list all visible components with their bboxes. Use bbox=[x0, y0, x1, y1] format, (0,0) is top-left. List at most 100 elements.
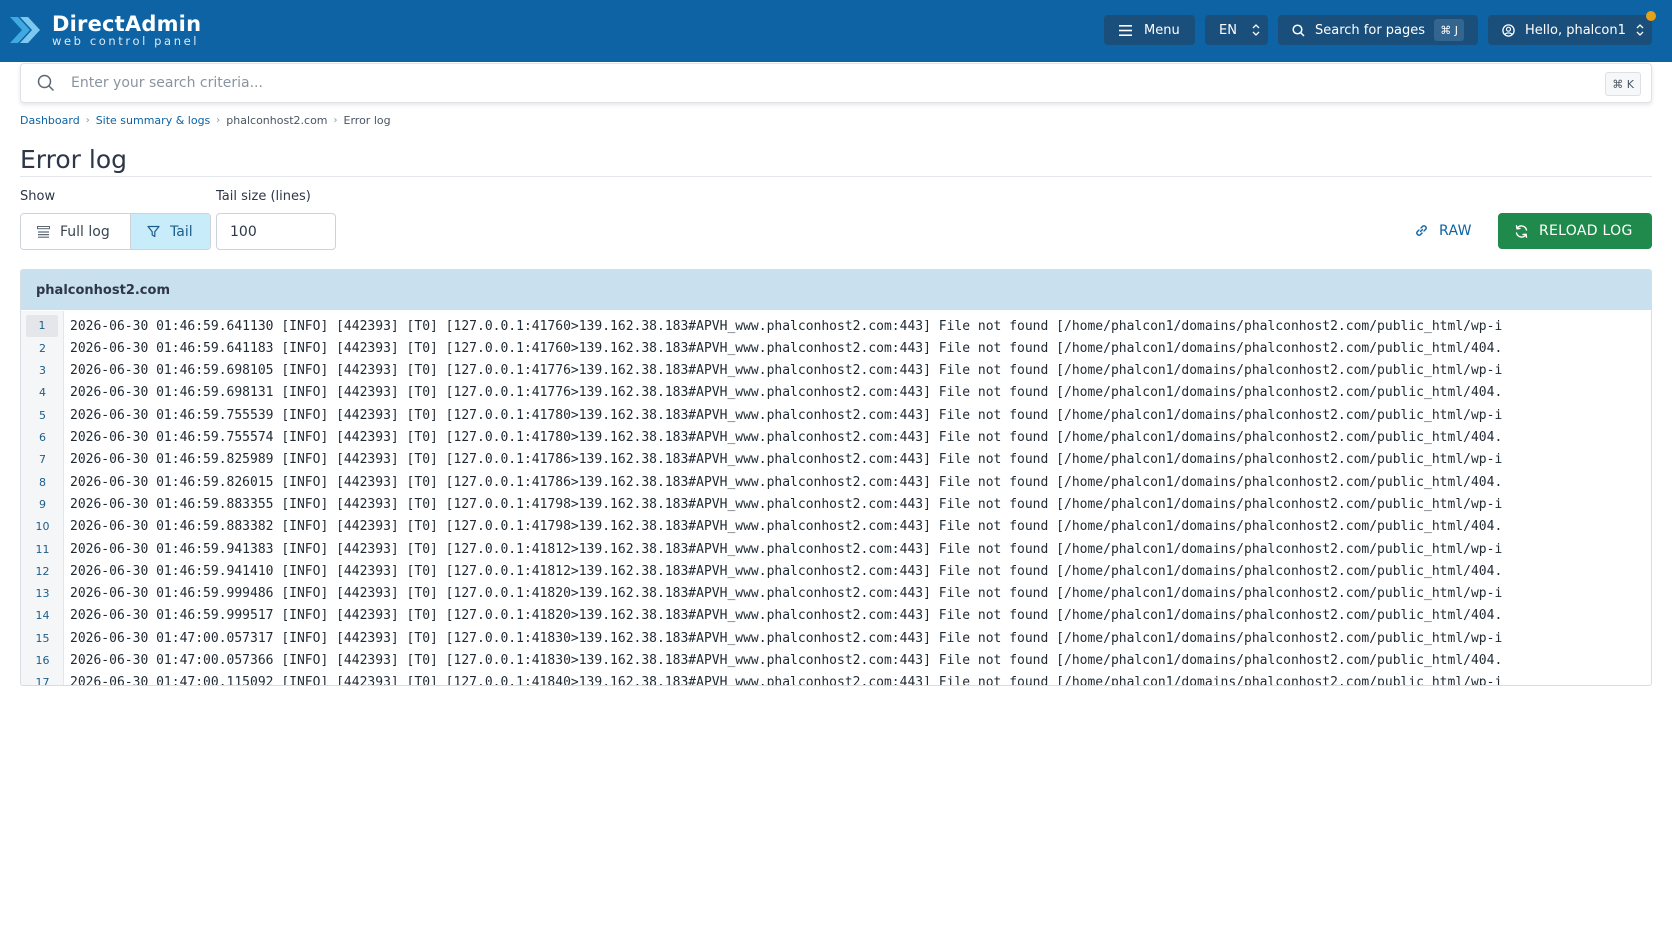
top-navigation-bar: DirectAdmin web control panel Menu EN Se… bbox=[0, 0, 1672, 62]
search-input[interactable]: Enter your search criteria... bbox=[71, 75, 263, 91]
line-number: 7 bbox=[39, 453, 46, 467]
menu-button[interactable]: Menu bbox=[1104, 15, 1195, 45]
log-line-text: 2026-06-30 01:46:59.826015 [INFO] [44239… bbox=[70, 474, 1503, 490]
line-number: 17 bbox=[35, 676, 50, 685]
full-log-button[interactable]: Full log bbox=[21, 214, 131, 249]
user-menu-button[interactable]: Hello, phalcon1 bbox=[1488, 15, 1652, 45]
log-line-text: 2026-06-30 01:46:59.698105 [INFO] [44239… bbox=[70, 363, 1503, 379]
list-icon bbox=[37, 225, 50, 238]
line-number: 11 bbox=[35, 542, 50, 556]
log-line-text: 2026-06-30 01:46:59.825989 [INFO] [44239… bbox=[70, 452, 1503, 468]
log-line-text: 2026-06-30 01:46:59.641183 [INFO] [44239… bbox=[70, 340, 1503, 356]
log-line: 4 2026-06-30 01:46:59.698131 [INFO] [4423… bbox=[21, 382, 1651, 404]
log-line: 17 2026-06-30 01:47:00.115092 [INFO] [442… bbox=[21, 672, 1651, 685]
user-circle-icon bbox=[1502, 23, 1515, 37]
search-icon bbox=[37, 74, 55, 92]
log-line: 14 2026-06-30 01:46:59.999517 [INFO] [442… bbox=[21, 605, 1651, 627]
link-icon bbox=[1416, 225, 1427, 236]
log-line: 5 2026-06-30 01:46:59.755539 [INFO] [4423… bbox=[21, 404, 1651, 426]
line-number: 3 bbox=[39, 364, 46, 378]
brand-subtitle: web control panel bbox=[52, 33, 200, 48]
line-number: 1 bbox=[26, 315, 58, 337]
line-number: 14 bbox=[35, 609, 50, 623]
log-line: 15 2026-06-30 01:47:00.057317 [INFO] [442… bbox=[21, 627, 1651, 649]
chevron-right-icon: › bbox=[333, 115, 338, 126]
log-line: 12 2026-06-30 01:46:59.941410 [INFO] [442… bbox=[21, 560, 1651, 582]
menu-label: Menu bbox=[1144, 22, 1180, 38]
hamburger-icon bbox=[1119, 24, 1132, 36]
raw-label: RAW bbox=[1439, 222, 1472, 239]
line-number: 16 bbox=[35, 654, 50, 667]
log-line-text: 2026-06-30 01:47:00.057317 [INFO] [44239… bbox=[70, 630, 1503, 646]
search-pages-shortcut: ⌘ J bbox=[1434, 19, 1464, 41]
directadmin-logo[interactable]: DirectAdmin web control panel bbox=[10, 11, 201, 49]
breadcrumb-dashboard[interactable]: Dashboard bbox=[20, 114, 80, 127]
notification-dot bbox=[1646, 11, 1656, 21]
breadcrumb-domain[interactable]: phalconhost2.com bbox=[226, 114, 327, 127]
log-line: 11 2026-06-30 01:46:59.941383 [INFO] [442… bbox=[21, 538, 1651, 560]
search-pages-button[interactable]: Search for pages ⌘ J bbox=[1278, 15, 1478, 45]
breadcrumb-current: Error log bbox=[343, 114, 391, 127]
line-number: 4 bbox=[39, 386, 46, 400]
log-line: 13 2026-06-30 01:46:59.999486 [INFO] [442… bbox=[21, 583, 1651, 605]
log-line-text: 2026-06-30 01:46:59.999486 [INFO] [44239… bbox=[70, 586, 1503, 602]
log-line-text: 2026-06-30 01:47:00.115092 [INFO] [44239… bbox=[70, 675, 1503, 685]
line-number: 2 bbox=[39, 341, 46, 355]
log-line-text: 2026-06-30 01:46:59.698131 [INFO] [44239… bbox=[70, 385, 1503, 401]
line-number: 10 bbox=[35, 520, 50, 534]
language-selector[interactable]: EN bbox=[1205, 15, 1268, 45]
log-line: 9 2026-06-30 01:46:59.883355 [INFO] [4423… bbox=[21, 493, 1651, 515]
log-line-text: 2026-06-30 01:46:59.883382 [INFO] [44239… bbox=[70, 519, 1503, 535]
line-number: 13 bbox=[35, 587, 50, 601]
full-log-label: Full log bbox=[60, 223, 110, 240]
brand-title: DirectAdmin bbox=[52, 11, 202, 36]
tail-size-input[interactable]: 100 bbox=[216, 213, 336, 250]
log-view-toggle: Full log Tail bbox=[20, 213, 211, 250]
line-number: 6 bbox=[39, 431, 46, 444]
log-line: 16 2026-06-30 01:47:00.057366 [INFO] [442… bbox=[21, 650, 1651, 672]
breadcrumb-site-summary[interactable]: Site summary & logs bbox=[96, 114, 211, 127]
log-line: 6 2026-06-30 01:46:59.755574 [INFO] [4423… bbox=[21, 427, 1651, 449]
log-viewer[interactable]: 1 2026-06-30 01:46:59.641130 [INFO] [4423… bbox=[21, 311, 1651, 685]
line-number: 5 bbox=[39, 408, 46, 422]
line-number: 12 bbox=[35, 564, 50, 578]
log-line: 1 2026-06-30 01:46:59.641130 [INFO] [4423… bbox=[21, 315, 1651, 337]
tail-label: Tail bbox=[170, 223, 193, 240]
title-divider bbox=[20, 176, 1652, 177]
log-domain-header: phalconhost2.com bbox=[21, 270, 1651, 310]
tail-size-label: Tail size (lines) bbox=[216, 189, 311, 204]
reload-log-label: RELOAD LOG bbox=[1539, 223, 1633, 239]
log-line: 8 2026-06-30 01:46:59.826015 [INFO] [4423… bbox=[21, 471, 1651, 493]
line-number: 15 bbox=[35, 631, 50, 645]
log-line-text: 2026-06-30 01:46:59.941383 [INFO] [44239… bbox=[70, 541, 1503, 557]
log-line-text: 2026-06-30 01:47:00.057366 [INFO] [44239… bbox=[70, 653, 1503, 668]
line-number: 8 bbox=[39, 475, 46, 489]
reload-log-button[interactable]: RELOAD LOG bbox=[1498, 213, 1652, 249]
search-pages-label: Search for pages bbox=[1315, 22, 1426, 38]
global-search-bar[interactable]: Enter your search criteria... ⌘ K bbox=[20, 63, 1652, 103]
logo-chevron-icon bbox=[10, 17, 40, 43]
line-number: 9 bbox=[39, 497, 46, 511]
filter-icon bbox=[147, 225, 160, 238]
log-line-text: 2026-06-30 01:46:59.999517 [INFO] [44239… bbox=[70, 608, 1503, 624]
user-greeting: Hello, phalcon1 bbox=[1525, 22, 1626, 38]
log-line-text: 2026-06-30 01:46:59.641130 [INFO] [44239… bbox=[70, 318, 1503, 334]
search-shortcut: ⌘ K bbox=[1605, 72, 1641, 96]
page-title: Error log bbox=[20, 145, 127, 174]
show-label: Show bbox=[20, 189, 56, 204]
log-line-text: 2026-06-30 01:46:59.883355 [INFO] [44239… bbox=[70, 496, 1503, 512]
breadcrumb: Dashboard › Site summary & logs › phalco… bbox=[20, 114, 391, 127]
tail-button[interactable]: Tail bbox=[131, 214, 210, 249]
language-label: EN bbox=[1219, 22, 1237, 38]
select-arrows-icon bbox=[1636, 24, 1644, 36]
log-line: 2 2026-06-30 01:46:59.641183 [INFO] [4423… bbox=[21, 337, 1651, 359]
refresh-icon bbox=[1515, 224, 1528, 238]
log-line: 10 2026-06-30 01:46:59.883382 [INFO] [442… bbox=[21, 516, 1651, 538]
chevron-right-icon: › bbox=[85, 115, 90, 126]
log-line-text: 2026-06-30 01:46:59.755539 [INFO] [44239… bbox=[70, 407, 1503, 423]
raw-button[interactable]: RAW bbox=[1414, 213, 1472, 248]
log-line-text: 2026-06-30 01:46:59.755574 [INFO] [44239… bbox=[70, 430, 1503, 445]
select-arrows-icon bbox=[1252, 24, 1260, 36]
log-line: 3 2026-06-30 01:46:59.698105 [INFO] [4423… bbox=[21, 360, 1651, 382]
search-icon bbox=[1292, 23, 1305, 37]
